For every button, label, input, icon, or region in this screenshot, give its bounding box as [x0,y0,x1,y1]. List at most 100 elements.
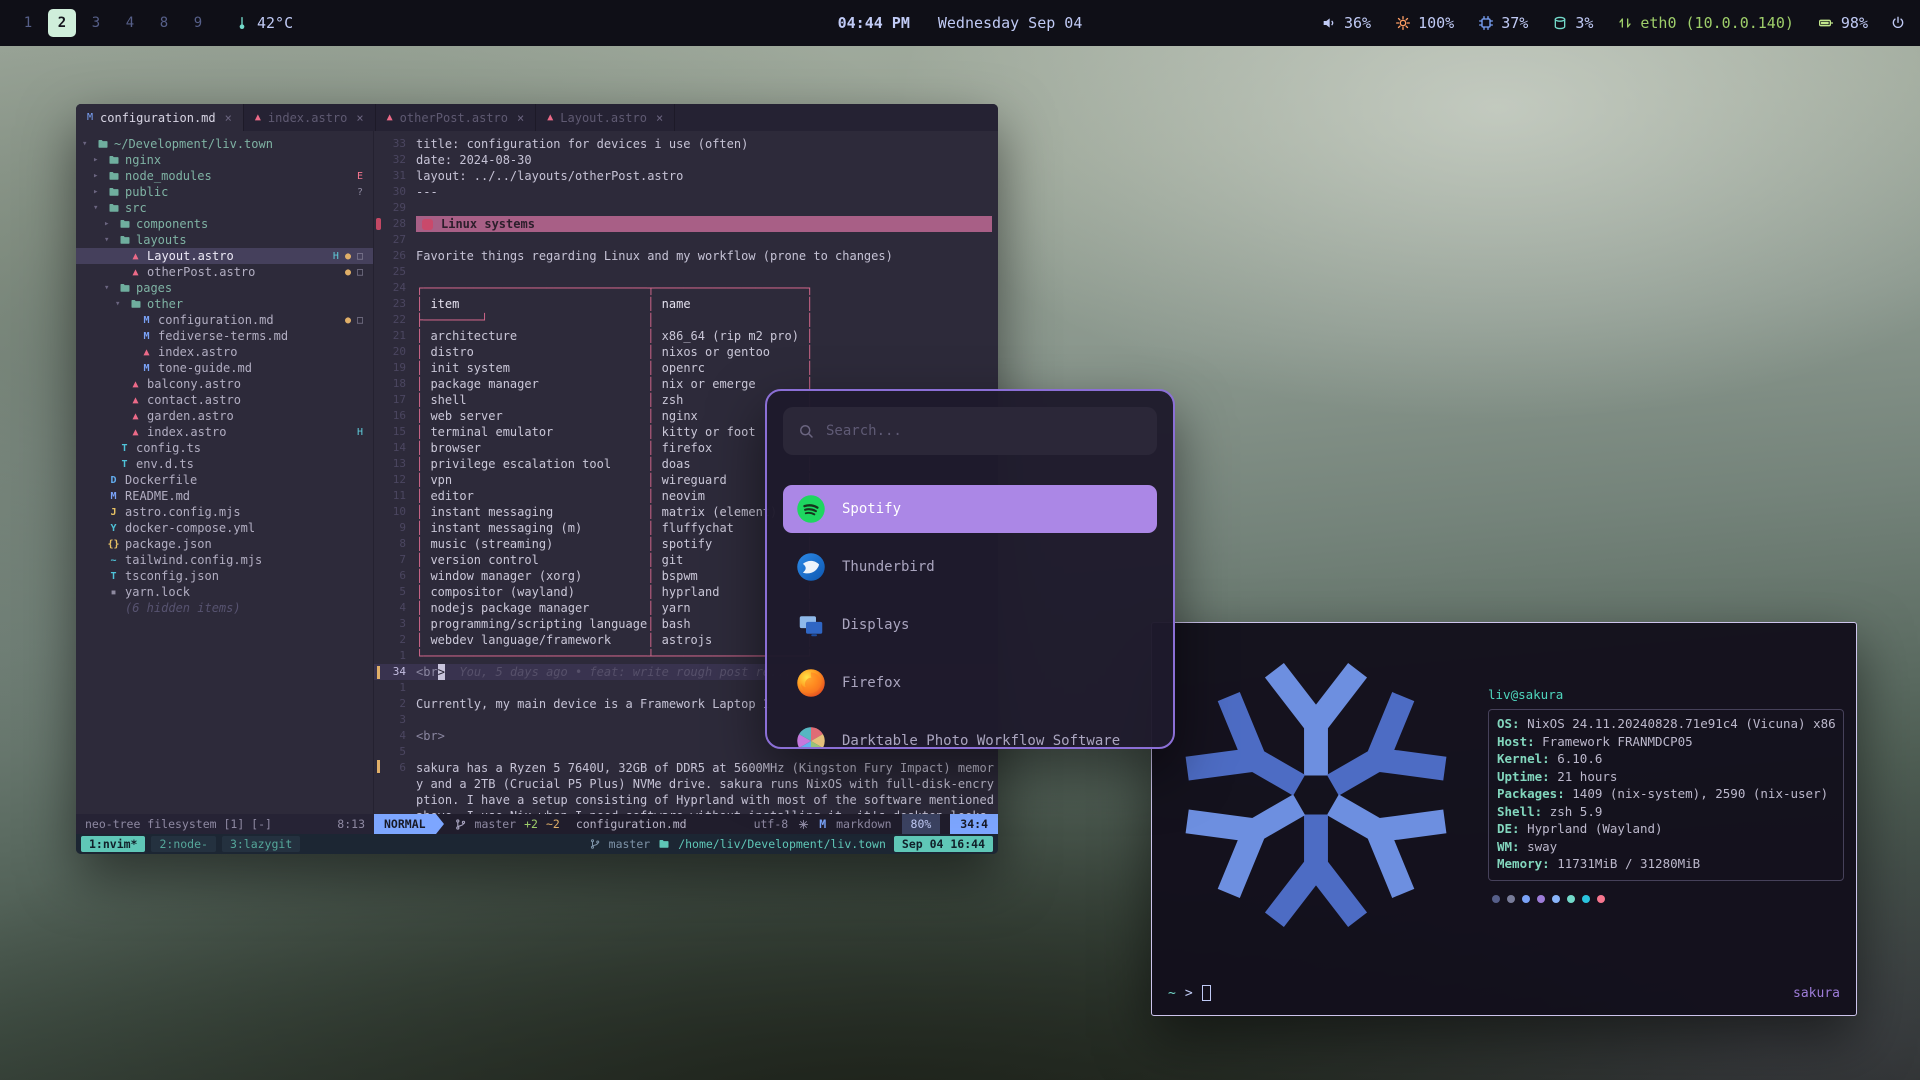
fetch-terminal-window[interactable]: liv@sakura OS: NixOS 24.11.20240828.71e9… [1151,622,1857,1016]
tree-item[interactable]: Mconfiguration.md●□ [76,312,373,328]
launcher-item-firefox[interactable]: Firefox [783,659,1157,707]
tree-item[interactable]: ▾src [76,200,373,216]
tree-item[interactable]: (6 hidden items) [76,600,373,616]
tree-expander [93,571,106,581]
module-battery[interactable]: 98% [1818,14,1868,32]
tree-item[interactable]: Ydocker-compose.yml [76,520,373,536]
table-cell: web server [423,408,647,424]
line-number: 29 [382,200,416,216]
neotree-status-text: neo-tree filesystem [1] [-] [85,817,272,831]
tree-expander: ▾ [93,203,106,213]
table-border: │ [647,504,654,520]
line-number: 11 [382,488,416,504]
launcher-item-thunderbird[interactable]: Thunderbird [783,543,1157,591]
close-tab-button[interactable]: × [517,111,524,125]
astro-icon: ▲ [547,112,553,123]
tree-item[interactable]: ▸node_modulesE [76,168,373,184]
table-cell: version control [423,552,647,568]
cursor: > [438,664,445,680]
tree-item[interactable]: ▲index.astro [76,344,373,360]
tree-item[interactable]: ▸public? [76,184,373,200]
table-border: │ [416,536,423,552]
tmux-window[interactable]: 3:lazygit [222,836,300,852]
tmux-window[interactable]: 1:nvim* [81,836,145,852]
md-file-icon: M [139,331,154,342]
tree-expander [115,267,128,277]
table-cell: shell [423,392,647,408]
tree-item[interactable]: Mfediverse-terms.md [76,328,373,344]
line-number: 30 [382,184,416,200]
module-memory[interactable]: 37% [1478,14,1528,32]
tab-index.astro[interactable]: ▲index.astro× [244,104,376,131]
workspace-button-4[interactable]: 4 [116,9,144,37]
astro-file-icon: ▲ [139,347,154,358]
table-border: │ [806,360,813,376]
tree-item[interactable]: ▲contact.astro [76,392,373,408]
tree-item-badges: H [357,427,363,438]
tree-item[interactable]: ▲index.astroH [76,424,373,440]
close-tab-button[interactable]: × [356,111,363,125]
workspace-button-2[interactable]: 2 [48,9,76,37]
tree-item[interactable]: ▲otherPost.astro●□ [76,264,373,280]
tree-item[interactable]: ▸components [76,216,373,232]
tree-item[interactable]: ▾other [76,296,373,312]
power-button[interactable] [1890,15,1906,31]
line-number: 1 [382,680,416,696]
tree-item[interactable]: ▾pages [76,280,373,296]
tab-otherPost.astro[interactable]: ▲otherPost.astro× [376,104,537,131]
tree-item[interactable]: ▲garden.astro [76,408,373,424]
tree-item-label: configuration.md [158,313,274,327]
tree-item-badges: ●□ [345,267,363,278]
tree-item[interactable]: DDockerfile [76,472,373,488]
tree-item[interactable]: ▪yarn.lock [76,584,373,600]
launcher-search[interactable] [783,407,1157,455]
tree-expander [126,315,139,325]
tree-item[interactable]: ▾~/Development/liv.town [76,136,373,152]
tree-item[interactable]: Tenv.d.ts [76,456,373,472]
table-border: │ [416,456,423,472]
tree-item[interactable]: Mtone-guide.md [76,360,373,376]
tab-label: otherPost.astro [400,111,508,125]
badge: ● [345,251,351,262]
workspace-button-9[interactable]: 9 [184,9,212,37]
tree-item[interactable]: ▲Layout.astroH●□ [76,248,373,264]
fetch-info-value: 6.10.6 [1557,751,1602,766]
close-tab-button[interactable]: × [656,111,663,125]
temperature-module[interactable]: 42°C [234,14,293,32]
table-border: │ [647,536,654,552]
tree-item[interactable]: ▾layouts [76,232,373,248]
tree-item[interactable]: Ttsconfig.json [76,568,373,584]
workspace-button-1[interactable]: 1 [14,9,42,37]
tree-item[interactable]: Tconfig.ts [76,440,373,456]
table-cell: x86_64 (rip m2 pro) [654,328,806,344]
fetch-info-label: WM: [1497,839,1527,854]
tmux-window[interactable]: 2:node- [151,836,215,852]
module-network[interactable]: eth0 (10.0.0.140) [1617,14,1794,32]
module-volume[interactable]: 36% [1321,14,1371,32]
workspace-button-3[interactable]: 3 [82,9,110,37]
tree-item[interactable]: MREADME.md [76,488,373,504]
module-cpu[interactable]: 100% [1395,14,1454,32]
tree-item[interactable]: ▲balcony.astro [76,376,373,392]
file-tree[interactable]: ▾~/Development/liv.town▸nginx▸node_modul… [76,131,374,814]
tree-item[interactable]: {}package.json [76,536,373,552]
clock[interactable]: 04:44 PM Wednesday Sep 04 [838,14,1083,32]
fetch-info-value: Framework FRANMDCP05 [1542,734,1693,749]
statusline: neo-tree filesystem [1] [-] 8:13 NORMAL … [76,814,998,834]
tree-item[interactable]: Jastro.config.mjs [76,504,373,520]
close-tab-button[interactable]: × [225,111,232,125]
tree-item[interactable]: ▸nginx [76,152,373,168]
editor-text: title: configuration for devices i use (… [416,136,748,152]
tab-configuration.md[interactable]: Mconfiguration.md× [76,104,244,131]
table-cell: nodejs package manager [423,600,647,616]
module-disk[interactable]: 3% [1552,14,1593,32]
launcher-item-displays[interactable]: Displays [783,601,1157,649]
launcher-item-darktable[interactable]: Darktable Photo Workflow Software [783,717,1157,749]
launcher-item-spotify[interactable]: Spotify [783,485,1157,533]
tree-item[interactable]: ~tailwind.config.mjs [76,552,373,568]
search-input[interactable] [826,423,1143,439]
workspace-button-8[interactable]: 8 [150,9,178,37]
tab-Layout.astro[interactable]: ▲Layout.astro× [536,104,675,131]
table-border: │ [647,472,654,488]
table-border: │ [416,344,423,360]
